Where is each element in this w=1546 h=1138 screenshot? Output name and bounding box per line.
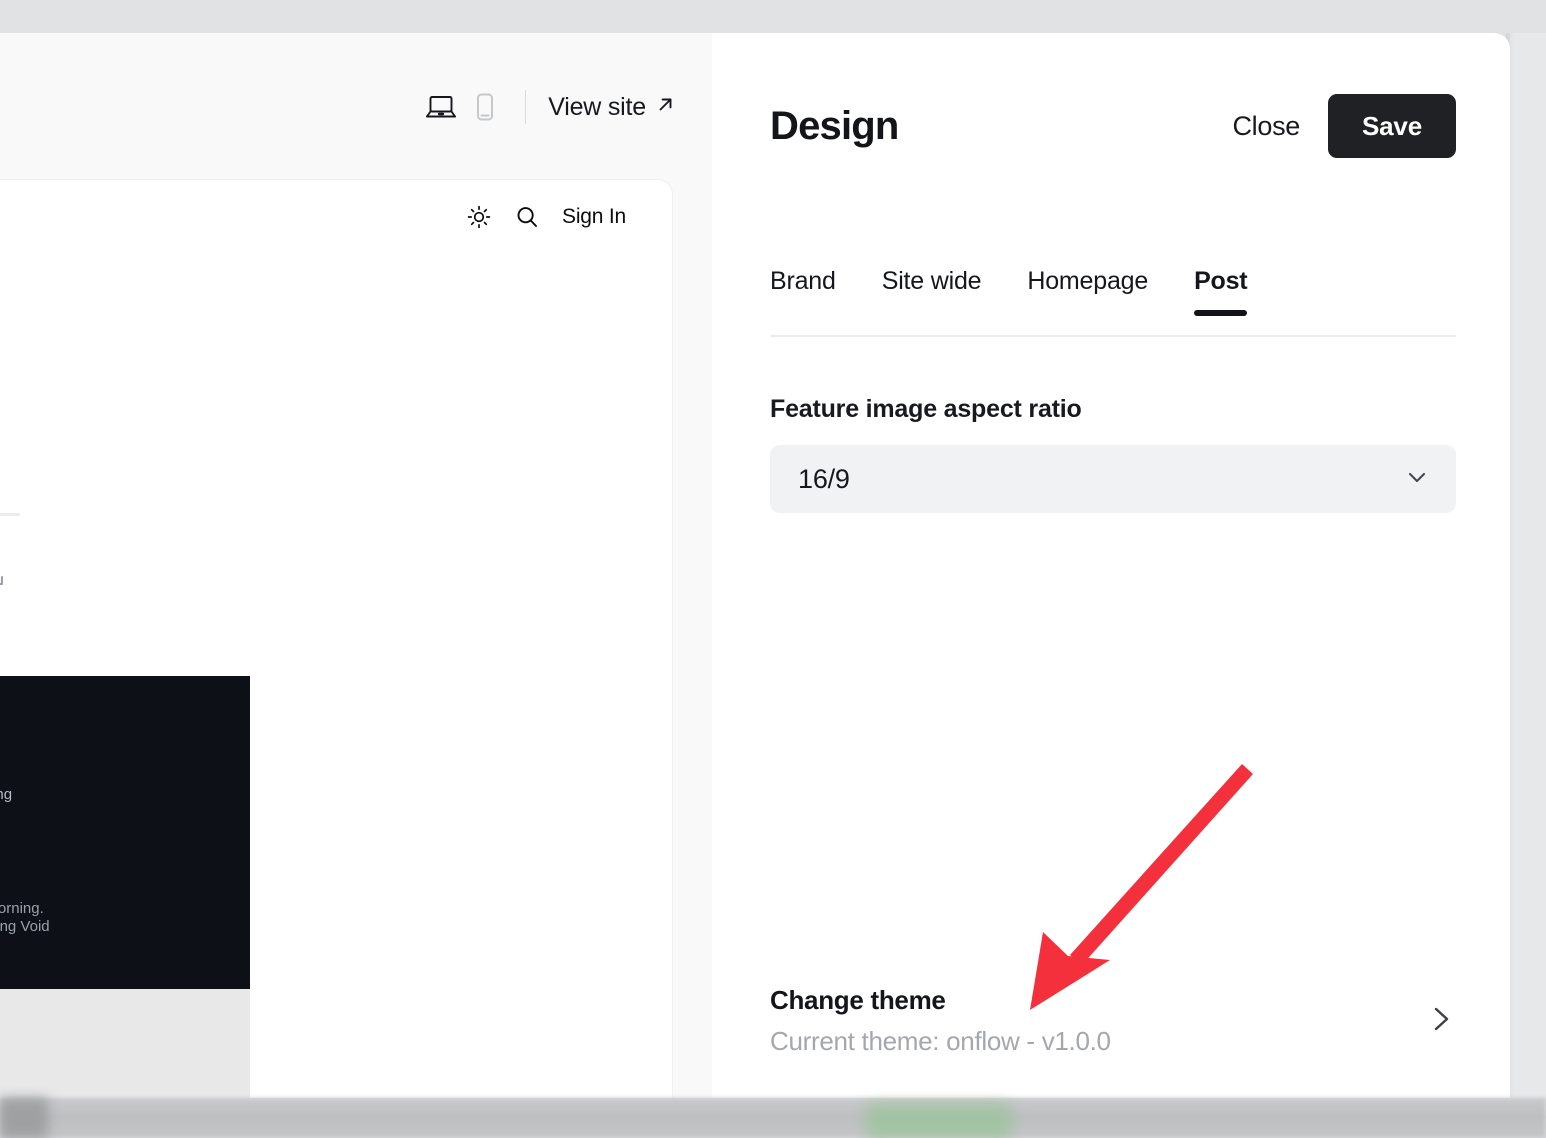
- panel-tabs: Brand Site wide Homepage Post: [770, 261, 1456, 337]
- site-preview-card: Sign In and a love for icated to craftin…: [0, 180, 672, 1098]
- screen: View site: [0, 0, 1546, 1138]
- desktop-top-strip: [0, 0, 1546, 33]
- mobile-icon[interactable]: [463, 85, 507, 129]
- desktop-bottom-left-blur: [0, 1098, 48, 1138]
- dark-card-footer-line: der upon yielding Void: [0, 918, 250, 936]
- view-site-label: View site: [548, 93, 646, 122]
- desktop-right-gutter: [1510, 33, 1546, 1098]
- feature-image-aspect-ratio-select[interactable]: 16/9: [770, 445, 1456, 513]
- site-builder-workspace: View site: [0, 33, 712, 1098]
- feature-image-aspect-ratio-label: Feature image aspect ratio: [770, 395, 1082, 424]
- dark-card-line: and a love for: [0, 768, 250, 786]
- change-theme-title: Change theme: [770, 985, 1111, 1016]
- current-theme-subtitle: Current theme: onflow - v1.0.0: [770, 1026, 1111, 1057]
- chevron-down-icon: [1402, 462, 1432, 497]
- preview-divider: [0, 513, 20, 516]
- signin-link[interactable]: Sign In: [562, 205, 626, 229]
- laptop-icon[interactable]: [419, 85, 463, 129]
- view-site-link[interactable]: View site: [548, 93, 676, 122]
- tab-post[interactable]: Post: [1194, 261, 1247, 296]
- sun-icon[interactable]: [466, 204, 492, 230]
- desktop-bottom-bar: [0, 1098, 1546, 1138]
- toolbar-divider: [525, 90, 526, 124]
- upload-icon[interactable]: [0, 555, 10, 596]
- preview-dark-card: and a love for icated to crafting ebsite…: [0, 676, 250, 989]
- arrow-up-right-icon: [655, 93, 676, 122]
- tab-brand[interactable]: Brand: [770, 261, 836, 296]
- change-theme-row[interactable]: Change theme Current theme: onflow - v1.…: [770, 982, 1456, 1060]
- tab-site-wide[interactable]: Site wide: [882, 261, 982, 296]
- dark-card-line: ebsites 💪: [0, 804, 250, 822]
- search-icon[interactable]: [514, 204, 540, 230]
- select-value: 16/9: [798, 464, 850, 495]
- dark-card-line: icated to crafting: [0, 786, 250, 804]
- page-title: Design: [770, 104, 899, 149]
- tab-homepage[interactable]: Homepage: [1027, 261, 1148, 296]
- close-button[interactable]: Close: [1204, 101, 1328, 152]
- chevron-right-icon: [1426, 999, 1456, 1044]
- dark-card-body: and a love for icated to crafting ebsite…: [0, 768, 250, 822]
- dark-card-footer-line: ided appear morning.: [0, 900, 250, 918]
- preview-light-strip: [0, 989, 250, 1098]
- dark-card-footer: ided appear morning. der upon yielding V…: [0, 900, 250, 936]
- design-panel: Design Close Save Brand Site wide Homepa…: [712, 33, 1510, 1098]
- change-theme-text: Change theme Current theme: onflow - v1.…: [770, 985, 1111, 1057]
- save-button[interactable]: Save: [1328, 94, 1456, 158]
- desktop-bottom-green-blur: [866, 1104, 1012, 1138]
- panel-header: Design Close Save: [770, 85, 1456, 167]
- toolbar-actions: View site: [419, 85, 676, 129]
- preview-site-header: Sign In: [466, 204, 626, 230]
- workspace-toolbar: View site: [0, 33, 712, 180]
- panel-header-actions: Close Save: [1204, 94, 1456, 158]
